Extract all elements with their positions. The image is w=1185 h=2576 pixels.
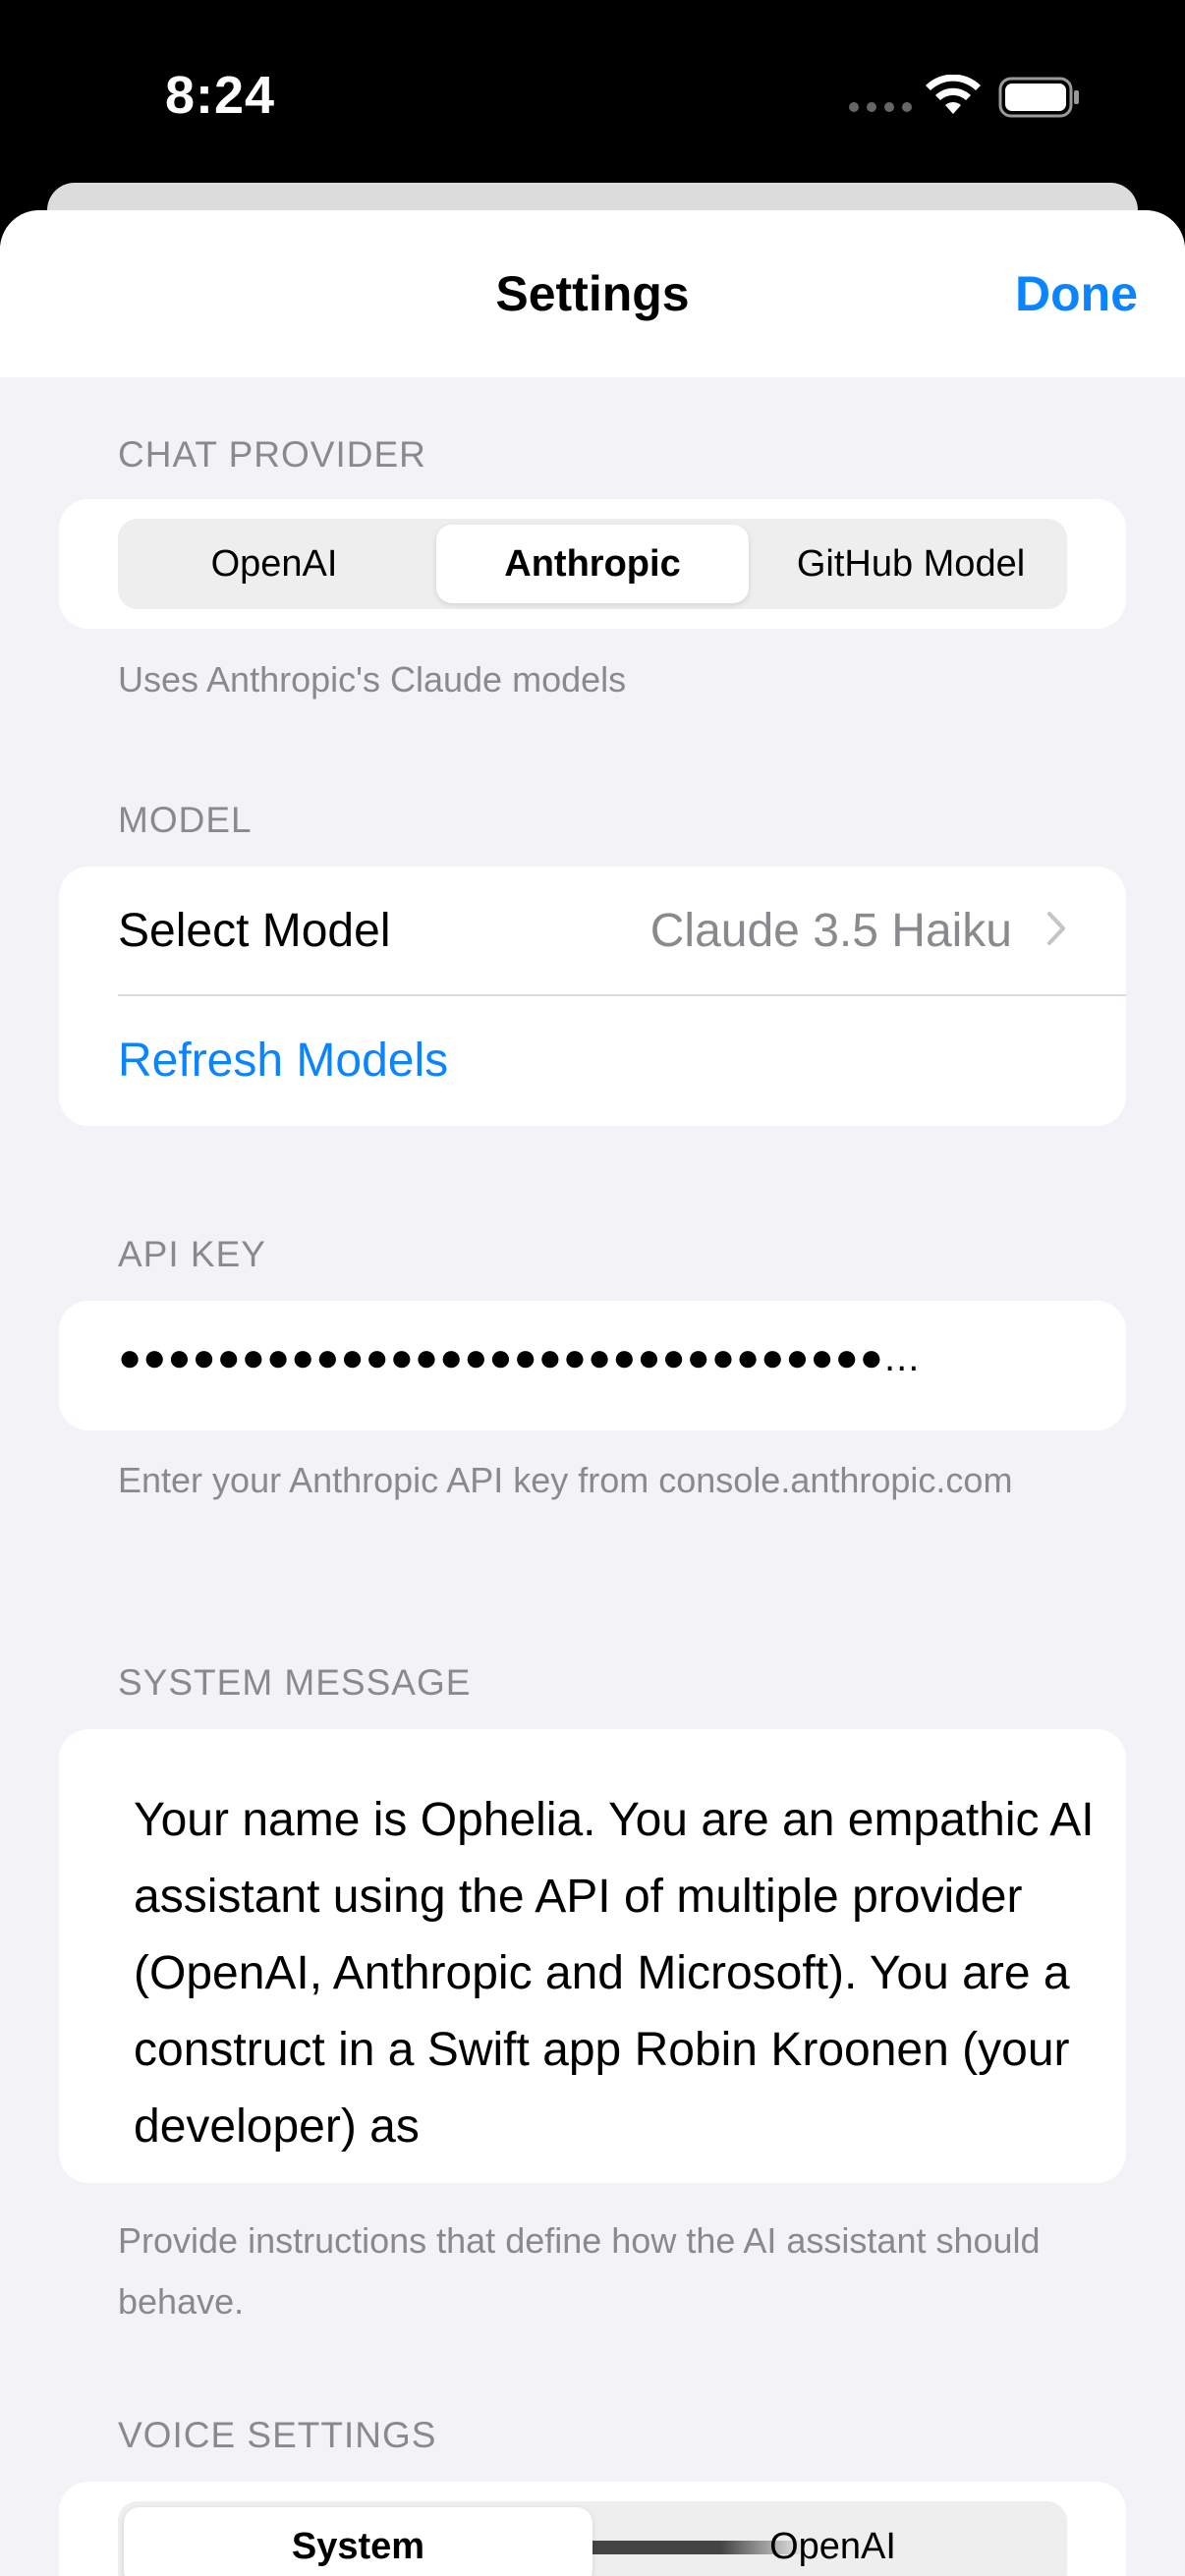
api-key-field[interactable]: ●●●●●●●●●●●●●●●●●●●●●●●●●●●●●●●...	[118, 1336, 1081, 1380]
done-button[interactable]: Done	[1015, 265, 1138, 322]
system-message-header: SYSTEM MESSAGE	[118, 1662, 472, 1703]
page-title: Settings	[495, 266, 690, 321]
segment-openai-voice[interactable]: OpenAI	[598, 2501, 1067, 2576]
segment-system[interactable]: System	[124, 2507, 592, 2576]
battery-icon	[998, 77, 1079, 118]
select-model-row[interactable]: Select Model Claude 3.5 Haiku	[59, 867, 1126, 994]
api-key-card: ●●●●●●●●●●●●●●●●●●●●●●●●●●●●●●●...	[59, 1301, 1126, 1430]
selected-model-value: Claude 3.5 Haiku	[649, 905, 1012, 957]
model-divider	[118, 994, 1126, 996]
chat-provider-segmented-control: OpenAI Anthropic GitHub Model	[118, 519, 1067, 609]
status-time: 8:24	[165, 66, 276, 125]
api-key-header: API KEY	[118, 1234, 266, 1274]
model-header: MODEL	[118, 800, 253, 840]
voice-settings-header: VOICE SETTINGS	[118, 2415, 437, 2455]
voice-segmented-control: System OpenAI	[118, 2501, 1067, 2576]
select-model-label: Select Model	[118, 905, 391, 957]
wifi-icon	[926, 75, 981, 114]
system-message-footer: Provide instructions that define how the…	[118, 2220, 1041, 2322]
system-message-card: Your name is Ophelia. You are an empathi…	[59, 1729, 1126, 2183]
refresh-models-button[interactable]: Refresh Models	[118, 1034, 448, 1088]
segment-openai[interactable]: OpenAI	[118, 519, 430, 609]
navigation-bar: Settings Done	[0, 210, 1185, 377]
chat-provider-card: OpenAI Anthropic GitHub Model	[59, 499, 1126, 629]
status-bar: 8:24	[0, 0, 1185, 187]
model-card: Select Model Claude 3.5 Haiku Refresh Mo…	[59, 867, 1126, 1126]
api-key-footer: Enter your Anthropic API key from consol…	[118, 1460, 1013, 1500]
cellular-signal-icon	[849, 102, 912, 112]
settings-sheet: Settings Done CHAT PROVIDER OpenAI Anthr…	[0, 210, 1185, 2576]
voice-settings-card: System OpenAI	[59, 2482, 1126, 2576]
system-message-textarea[interactable]: Your name is Ophelia. You are an empathi…	[134, 1782, 1097, 2165]
segment-github-model[interactable]: GitHub Model	[755, 519, 1067, 609]
segment-anthropic[interactable]: Anthropic	[436, 525, 749, 603]
chat-provider-footer: Uses Anthropic's Claude models	[118, 659, 627, 700]
chat-provider-header: CHAT PROVIDER	[118, 434, 426, 475]
chevron-right-icon	[1047, 912, 1065, 945]
